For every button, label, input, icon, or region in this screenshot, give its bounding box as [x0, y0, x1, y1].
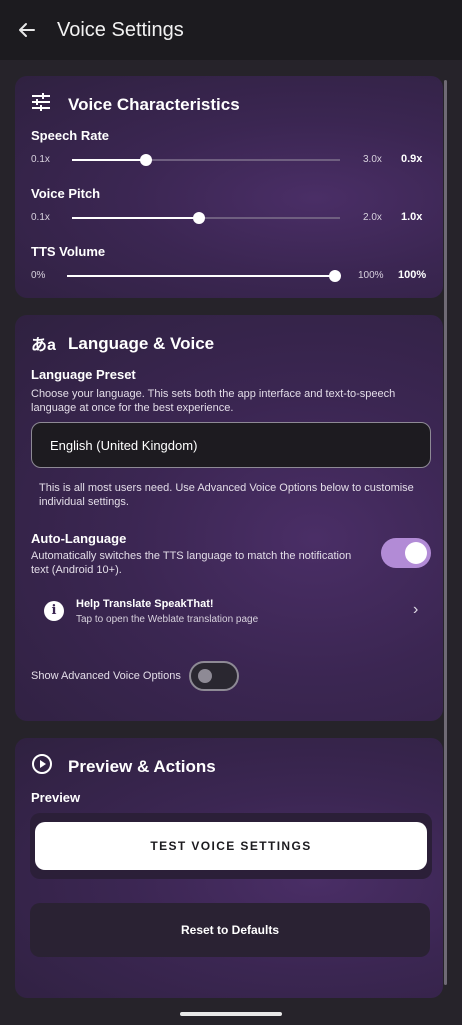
voice-pitch-value: 1.0x — [401, 211, 423, 223]
advanced-voice-options-toggle[interactable] — [189, 661, 239, 691]
help-translate-row[interactable]: i Help Translate SpeakThat! Tap to open … — [31, 591, 429, 635]
auto-language-label: Auto-Language — [31, 531, 127, 546]
card-title: Language & Voice — [68, 334, 215, 353]
preview-actions-card: Preview & Actions Preview TEST VOICE SET… — [15, 738, 443, 998]
speech-rate-thumb[interactable] — [139, 154, 152, 166]
translate-icon: あa — [31, 337, 56, 354]
tts-volume-min: 0% — [31, 270, 46, 281]
advanced-voice-options-label: Show Advanced Voice Options — [31, 670, 181, 682]
preview-label: Preview — [31, 790, 81, 805]
speech-rate-slider[interactable] — [72, 154, 340, 166]
language-preset-label: Language Preset — [31, 367, 136, 382]
voice-characteristics-card: Voice Characteristics Speech Rate 0.1x 3… — [15, 76, 443, 298]
speech-rate-max: 3.0x — [363, 154, 382, 165]
tts-volume-max: 100% — [358, 270, 384, 281]
card-title: Voice Characteristics — [68, 95, 240, 114]
settings-content[interactable]: Voice Characteristics Speech Rate 0.1x 3… — [0, 60, 462, 1025]
scrollbar[interactable] — [444, 80, 447, 985]
help-translate-title: Help Translate SpeakThat! — [76, 598, 214, 610]
speech-rate-value: 0.9x — [401, 153, 423, 165]
language-voice-card: あa Language & Voice Language Preset Choo… — [15, 315, 443, 721]
speech-rate-label: Speech Rate — [31, 128, 110, 143]
info-icon: i — [44, 601, 64, 621]
tune-icon — [31, 92, 53, 114]
voice-pitch-min: 0.1x — [31, 212, 50, 223]
test-voice-settings-button[interactable]: TEST VOICE SETTINGS — [35, 822, 427, 870]
language-preset-description: Choose your language. This sets both the… — [31, 388, 396, 414]
language-helper-text: This is all most users need. Use Advance… — [39, 482, 414, 508]
voice-pitch-slider[interactable] — [72, 212, 340, 224]
auto-language-toggle[interactable] — [381, 538, 431, 568]
play-circle-icon — [31, 753, 53, 775]
selected-language: English (United Kingdom) — [50, 437, 198, 453]
tts-volume-value: 100% — [398, 269, 427, 281]
page-title: Voice Settings — [57, 18, 184, 41]
chevron-right-icon: › — [413, 601, 419, 618]
arrow-left-icon[interactable] — [16, 19, 38, 41]
tts-volume-label: TTS Volume — [31, 244, 106, 259]
auto-language-description: Automatically switches the TTS language … — [31, 550, 352, 576]
navigation-handle[interactable] — [180, 1012, 282, 1016]
help-translate-subtitle: Tap to open the Weblate translation page — [76, 614, 259, 625]
voice-pitch-thumb[interactable] — [192, 212, 205, 224]
tts-volume-thumb[interactable] — [329, 270, 341, 282]
language-preset-select[interactable]: English (United Kingdom) — [31, 422, 431, 468]
voice-pitch-max: 2.0x — [363, 212, 382, 223]
app-bar: Voice Settings — [0, 0, 462, 60]
reset-to-defaults-button[interactable]: Reset to Defaults — [30, 903, 430, 957]
voice-pitch-label: Voice Pitch — [31, 186, 101, 201]
speech-rate-min: 0.1x — [31, 154, 50, 165]
card-title: Preview & Actions — [68, 757, 216, 776]
tts-volume-slider[interactable] — [67, 270, 341, 282]
